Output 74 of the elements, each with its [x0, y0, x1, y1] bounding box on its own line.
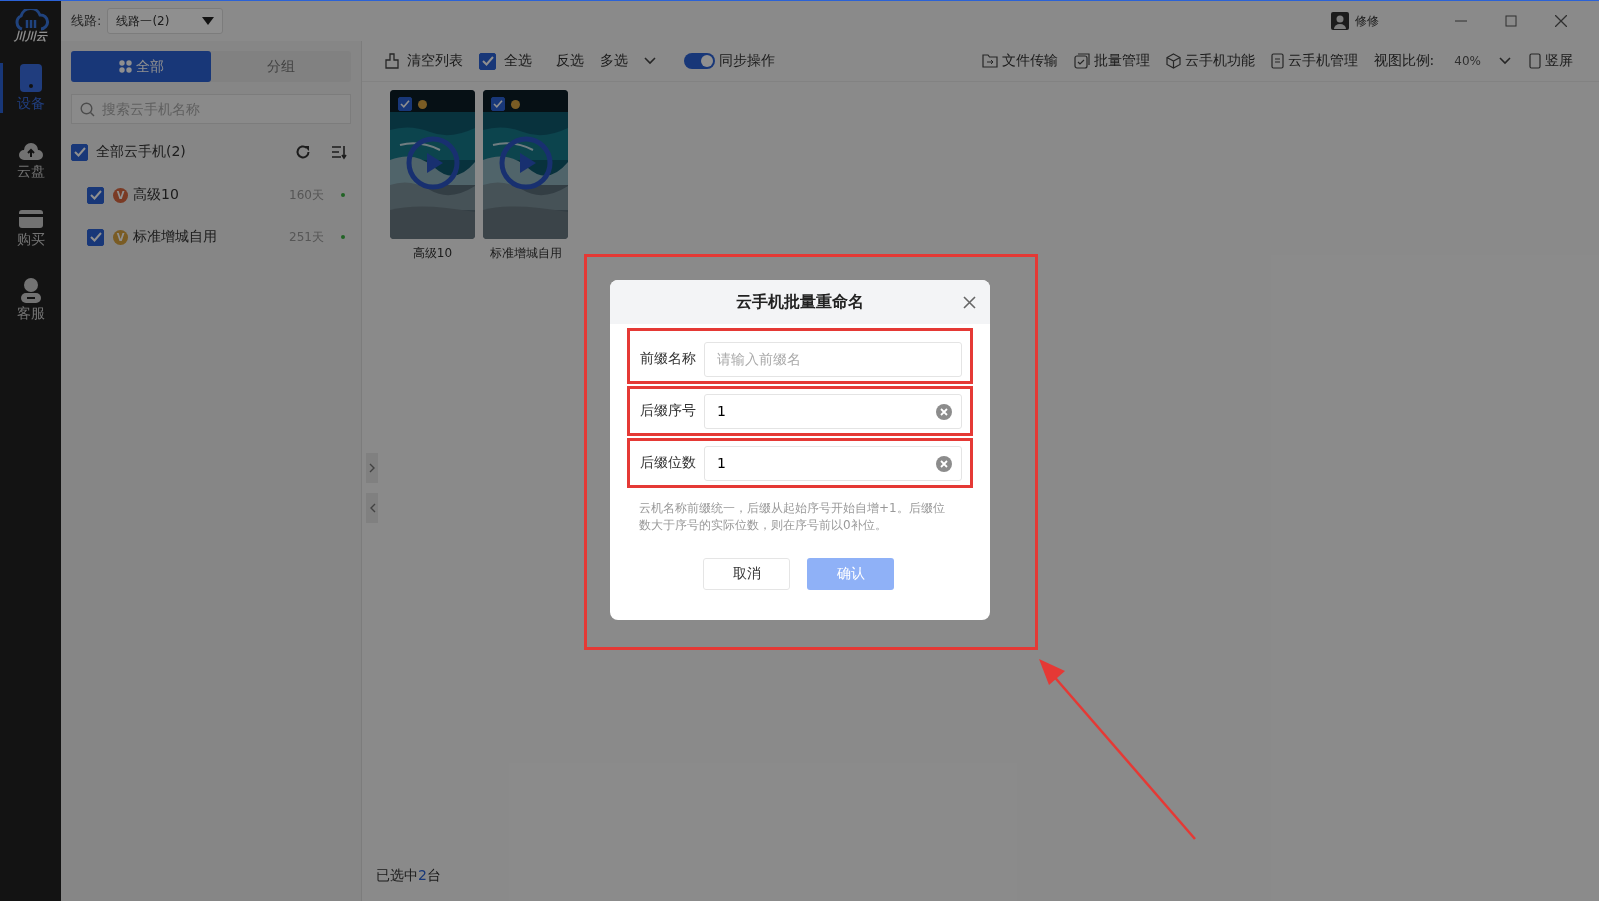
all-phones-label: 全部云手机(2): [96, 143, 186, 161]
sync-label: 同步操作: [719, 52, 775, 70]
chevron-down-icon[interactable]: [644, 57, 656, 65]
nav-item[interactable]: 客服: [0, 277, 61, 323]
portrait-button[interactable]: 竖屏: [1545, 52, 1573, 70]
avatar-icon[interactable]: [1331, 12, 1349, 30]
checklist-icon[interactable]: [1073, 53, 1090, 69]
tier-badge: V: [113, 229, 128, 245]
selection-count: 2: [418, 867, 427, 883]
cancel-button[interactable]: 取消: [703, 558, 790, 590]
field-label: 前缀名称: [640, 350, 696, 368]
search-icon: [80, 102, 95, 117]
card-icon: [17, 209, 44, 229]
play-icon[interactable]: [499, 136, 553, 190]
selection-status-label: 已选中: [376, 867, 418, 883]
play-icon[interactable]: [406, 136, 460, 190]
multi-select-dropdown[interactable]: 多选: [600, 52, 628, 70]
folder-icon[interactable]: [981, 54, 998, 68]
select-all-label[interactable]: 全选: [504, 52, 532, 70]
refresh-icon[interactable]: [295, 144, 311, 160]
device-name[interactable]: 标准增城自用: [133, 228, 217, 246]
toolbar-button[interactable]: 文件传输: [1001, 52, 1058, 70]
logo-text: 川川云: [14, 31, 47, 43]
nav-item[interactable]: 购买: [0, 209, 61, 249]
toolbar-button[interactable]: 云手机管理: [1287, 52, 1358, 70]
dialog-title: 云手机批量重命名: [736, 291, 864, 313]
invert-selection-button[interactable]: 反选: [556, 52, 584, 70]
support-agent-icon: [18, 277, 43, 303]
sync-toggle[interactable]: [684, 53, 715, 69]
zoom-label: 视图比例:: [1373, 52, 1435, 70]
field-label: 后缀位数: [640, 454, 696, 472]
clear-list-button[interactable]: 清空列表: [407, 52, 463, 70]
route-dropdown[interactable]: 线路一(2): [107, 8, 224, 34]
phone-outline-icon[interactable]: [1529, 53, 1541, 69]
nav-item[interactable]: 云盘: [0, 141, 61, 181]
caret-icon: [202, 17, 215, 25]
chevron-down-icon[interactable]: [1499, 57, 1511, 65]
broom-icon[interactable]: [385, 53, 399, 69]
phone-name: 标准增城自用: [489, 245, 562, 262]
input-field[interactable]: 请输入前缀名: [704, 341, 962, 377]
close-icon[interactable]: [963, 296, 976, 309]
checkbox[interactable]: [87, 186, 104, 204]
checkbox[interactable]: [491, 97, 505, 111]
checkbox[interactable]: [71, 143, 88, 161]
expand-handle[interactable]: [366, 453, 378, 483]
checkbox[interactable]: [398, 97, 412, 111]
phone-icon: [18, 63, 43, 93]
maximize-icon[interactable]: [1505, 15, 1517, 27]
route-label: 线路:: [71, 12, 102, 30]
device-name[interactable]: 高级10: [133, 186, 179, 204]
document-icon[interactable]: [1270, 53, 1284, 69]
user-name[interactable]: 修修: [1355, 12, 1379, 30]
input-field[interactable]: 1: [704, 445, 962, 481]
phone-name: 高级10: [412, 245, 453, 262]
checkbox[interactable]: [479, 52, 496, 70]
field-label: 后缀序号: [640, 402, 696, 420]
clear-icon[interactable]: [936, 455, 952, 472]
zoom-value[interactable]: 40%: [1454, 54, 1481, 68]
toolbar-button[interactable]: 批量管理: [1093, 52, 1150, 70]
selection-unit: 台: [426, 867, 441, 883]
tab[interactable]: 全部: [71, 51, 211, 82]
sort-icon[interactable]: [331, 144, 347, 160]
tier-badge: V: [113, 187, 128, 203]
grid-icon: [118, 60, 132, 73]
hint-text: 云机名称前缀统一，后缀从起始序号开始自增+1。后缀位数大于序号的实际位数，则在序号前以0补位。: [639, 500, 946, 534]
toolbar-button[interactable]: 云手机功能: [1184, 52, 1255, 70]
cube-icon[interactable]: [1165, 53, 1181, 69]
checkbox[interactable]: [87, 228, 104, 246]
collapse-handle[interactable]: [366, 493, 378, 523]
cloud-upload-icon: [17, 141, 44, 161]
clear-icon[interactable]: [936, 403, 952, 420]
close-icon[interactable]: [1555, 15, 1567, 27]
input-field[interactable]: 1: [704, 393, 962, 429]
tab[interactable]: 分组: [211, 51, 351, 82]
